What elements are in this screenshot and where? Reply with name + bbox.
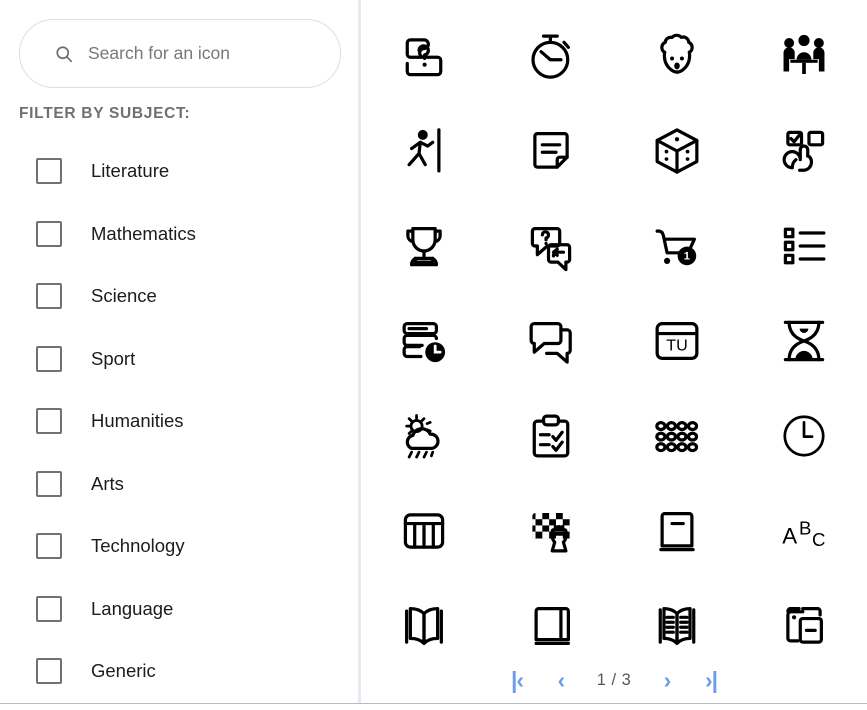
filter-item-sport[interactable]: Sport — [0, 328, 361, 391]
stopwatch-icon[interactable] — [488, 8, 615, 103]
icon-results-panel: 1 TU A B C |‹ ‹ 1 / 3 › ›| — [361, 0, 867, 710]
filter-label: Technology — [91, 535, 185, 557]
search-field-wrapper[interactable] — [19, 19, 341, 88]
open-book-lined-icon[interactable] — [614, 578, 741, 673]
abc-letters-icon[interactable]: A B C — [741, 483, 867, 578]
checkbox-literature[interactable] — [36, 158, 62, 185]
bottom-divider — [0, 702, 867, 704]
filter-label: Humanities — [91, 410, 184, 432]
checkbox-science[interactable] — [36, 283, 62, 310]
book-collection-icon[interactable] — [741, 578, 867, 673]
checkbox-sport[interactable] — [36, 345, 62, 372]
subject-filter-list: Literature Mathematics Science Sport Hum… — [0, 140, 361, 703]
filter-label: Sport — [91, 347, 136, 369]
pagination-controls: |‹ ‹ 1 / 3 › ›| — [361, 665, 867, 695]
first-page-button[interactable]: |‹ — [495, 665, 539, 695]
filter-item-arts[interactable]: Arts — [0, 453, 361, 516]
filter-label: Mathematics — [91, 222, 196, 244]
checkbox-language[interactable] — [36, 595, 62, 622]
bullet-list-icon[interactable] — [741, 198, 867, 293]
group-meeting-table-icon[interactable] — [741, 8, 867, 103]
open-book-icon[interactable] — [361, 578, 488, 673]
puzzle-piece-question-icon[interactable] — [361, 8, 488, 103]
search-icon — [54, 44, 74, 64]
schedule-clock-icon[interactable] — [361, 293, 488, 388]
search-input[interactable] — [88, 43, 318, 64]
filter-label: Language — [91, 597, 174, 619]
closed-book-icon[interactable] — [614, 483, 741, 578]
abc-letter-b: B — [799, 517, 811, 538]
multiple-choice-click-icon[interactable] — [741, 103, 867, 198]
filter-item-technology[interactable]: Technology — [0, 515, 361, 578]
cart-badge-count: 1 — [684, 250, 690, 262]
icon-grid: 1 TU A B C — [361, 8, 867, 673]
page-indicator: 1 / 3 — [596, 670, 632, 689]
clock-icon[interactable] — [741, 388, 867, 483]
abc-letter-c: C — [812, 528, 825, 549]
filter-item-literature[interactable]: Literature — [0, 140, 361, 203]
calendar-day-label: TU — [667, 336, 688, 354]
icon-picker-dialog: FILTER BY SUBJECT: Literature Mathematic… — [0, 0, 867, 710]
filter-item-mathematics[interactable]: Mathematics — [0, 203, 361, 266]
filter-item-science[interactable]: Science — [0, 265, 361, 328]
weather-sun-cloud-rain-icon[interactable] — [361, 388, 488, 483]
brain-head-icon[interactable] — [614, 8, 741, 103]
filter-label: Science — [91, 285, 157, 307]
dot-grid-icon[interactable] — [614, 388, 741, 483]
checkbox-generic[interactable] — [36, 658, 62, 685]
filter-label: Generic — [91, 660, 156, 682]
chess-board-piece-icon[interactable] — [488, 483, 615, 578]
filter-item-humanities[interactable]: Humanities — [0, 390, 361, 453]
filter-sidebar: FILTER BY SUBJECT: Literature Mathematic… — [0, 0, 361, 710]
trophy-icon[interactable] — [361, 198, 488, 293]
filter-by-subject-heading: FILTER BY SUBJECT: — [19, 105, 191, 122]
filter-label: Literature — [91, 160, 170, 182]
question-answer-chat-icon[interactable] — [488, 198, 615, 293]
note-document-icon[interactable] — [488, 103, 615, 198]
prev-page-button[interactable]: ‹ — [539, 665, 583, 695]
chat-bubbles-icon[interactable] — [488, 293, 615, 388]
checkbox-mathematics[interactable] — [36, 220, 62, 247]
filter-item-language[interactable]: Language — [0, 578, 361, 641]
book-standing-icon[interactable] — [488, 578, 615, 673]
checkbox-technology[interactable] — [36, 533, 62, 560]
table-columns-icon[interactable] — [361, 483, 488, 578]
filter-item-generic[interactable]: Generic — [0, 640, 361, 703]
filter-label: Arts — [91, 472, 124, 494]
clipboard-checklist-icon[interactable] — [488, 388, 615, 483]
dice-icon[interactable] — [614, 103, 741, 198]
next-page-button[interactable]: › — [645, 665, 689, 695]
hourglass-icon[interactable] — [741, 293, 867, 388]
shopping-cart-badge-icon[interactable]: 1 — [614, 198, 741, 293]
last-page-button[interactable]: ›| — [689, 665, 733, 695]
checkbox-humanities[interactable] — [36, 408, 62, 435]
abc-letter-a: A — [782, 523, 797, 548]
checkbox-arts[interactable] — [36, 470, 62, 497]
runner-finish-line-icon[interactable] — [361, 103, 488, 198]
calendar-day-icon[interactable]: TU — [614, 293, 741, 388]
